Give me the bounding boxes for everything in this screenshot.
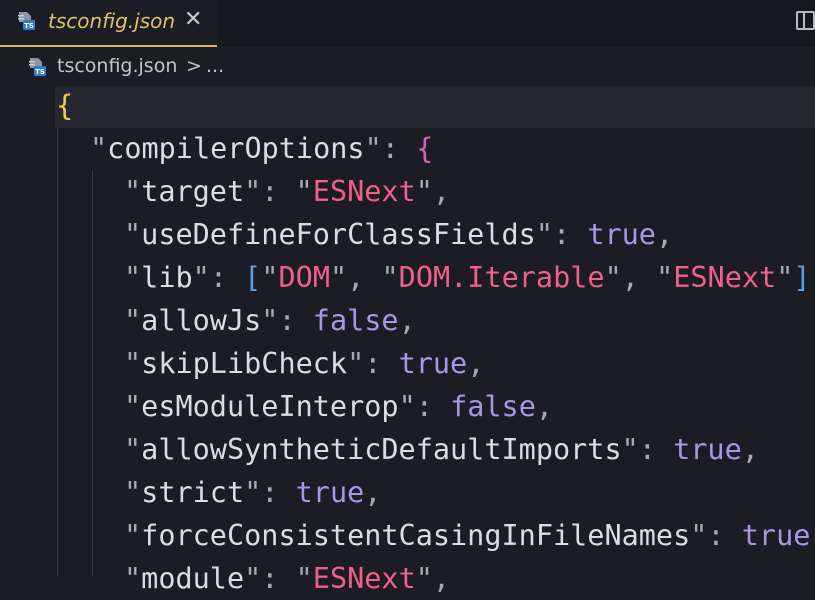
open-brace: { xyxy=(416,132,434,165)
tab-title: tsconfig.json xyxy=(48,9,176,33)
json-key: useDefineForClassFields xyxy=(141,218,536,251)
breadcrumb-file[interactable]: tsconfig.json xyxy=(57,55,177,77)
split-editor-icon[interactable] xyxy=(796,11,815,30)
code-line-4: "useDefineForClassFields": true, xyxy=(124,218,674,251)
code-line-5: "lib": ["DOM", "DOM.Iterable", "ESNext"] xyxy=(124,261,811,294)
json-key: lib xyxy=(141,261,193,294)
code-line-1: { xyxy=(56,84,73,127)
json-key: skipLibCheck xyxy=(141,347,348,380)
json-key: module xyxy=(141,562,245,595)
code-line-11: "forceConsistentCasingInFileNames": true xyxy=(124,519,811,552)
indent-guide xyxy=(57,128,58,576)
svg-text:TS: TS xyxy=(35,68,45,76)
svg-text:TS: TS xyxy=(24,22,34,30)
json-boolean-value: false xyxy=(312,304,399,337)
json-key: esModuleInterop xyxy=(141,390,399,423)
json-key: compilerOptions xyxy=(107,132,365,165)
breadcrumb-more[interactable]: ... xyxy=(206,55,224,77)
code-editor[interactable]: { "compilerOptions": { "target": "ESNext… xyxy=(0,84,815,595)
json-key: forceConsistentCasingInFileNames xyxy=(141,519,691,552)
code-line-9: "allowSyntheticDefaultImports": true, xyxy=(124,433,759,466)
code-line-6: "allowJs": false, xyxy=(124,304,416,337)
current-line-highlight xyxy=(55,86,815,128)
json-string-value: DOM xyxy=(278,261,330,294)
json-boolean-value: true xyxy=(741,519,811,552)
json-boolean-value: true xyxy=(295,476,365,509)
tab-tsconfig[interactable]: TS tsconfig.json ✕ xyxy=(0,0,217,47)
tab-bar: TS tsconfig.json ✕ xyxy=(0,0,815,47)
json-key: allowSyntheticDefaultImports xyxy=(141,433,622,466)
json-key: strict xyxy=(141,476,245,509)
json-string-value: ESNext xyxy=(312,175,416,208)
json-boolean-value: true xyxy=(673,433,742,466)
json-string-value: DOM.Iterable xyxy=(398,261,605,294)
json-boolean-value: true xyxy=(587,218,656,251)
json-string-value: ESNext xyxy=(673,261,777,294)
code-line-7: "skipLibCheck": true, xyxy=(124,347,485,380)
json-key: target xyxy=(141,175,245,208)
close-icon[interactable]: ✕ xyxy=(184,8,202,32)
open-brace: { xyxy=(56,89,74,122)
code-line-3: "target": "ESNext", xyxy=(124,175,451,208)
indent-guide xyxy=(92,171,93,576)
code-line-12: "module": "ESNext", xyxy=(124,562,451,595)
breadcrumb-separator: > xyxy=(186,55,202,77)
code-line-8: "esModuleInterop": false, xyxy=(124,390,554,423)
json-key: allowJs xyxy=(141,304,262,337)
code-line-10: "strict": true, xyxy=(124,476,382,509)
breadcrumb: TS tsconfig.json > ... xyxy=(0,50,815,84)
json-boolean-value: false xyxy=(450,390,536,423)
code-line-2: "compilerOptions": { xyxy=(90,132,434,165)
ts-file-icon: TS xyxy=(29,58,46,76)
ts-file-icon: TS xyxy=(18,12,35,30)
json-boolean-value: true xyxy=(398,347,468,380)
json-string-value: ESNext xyxy=(312,562,416,595)
